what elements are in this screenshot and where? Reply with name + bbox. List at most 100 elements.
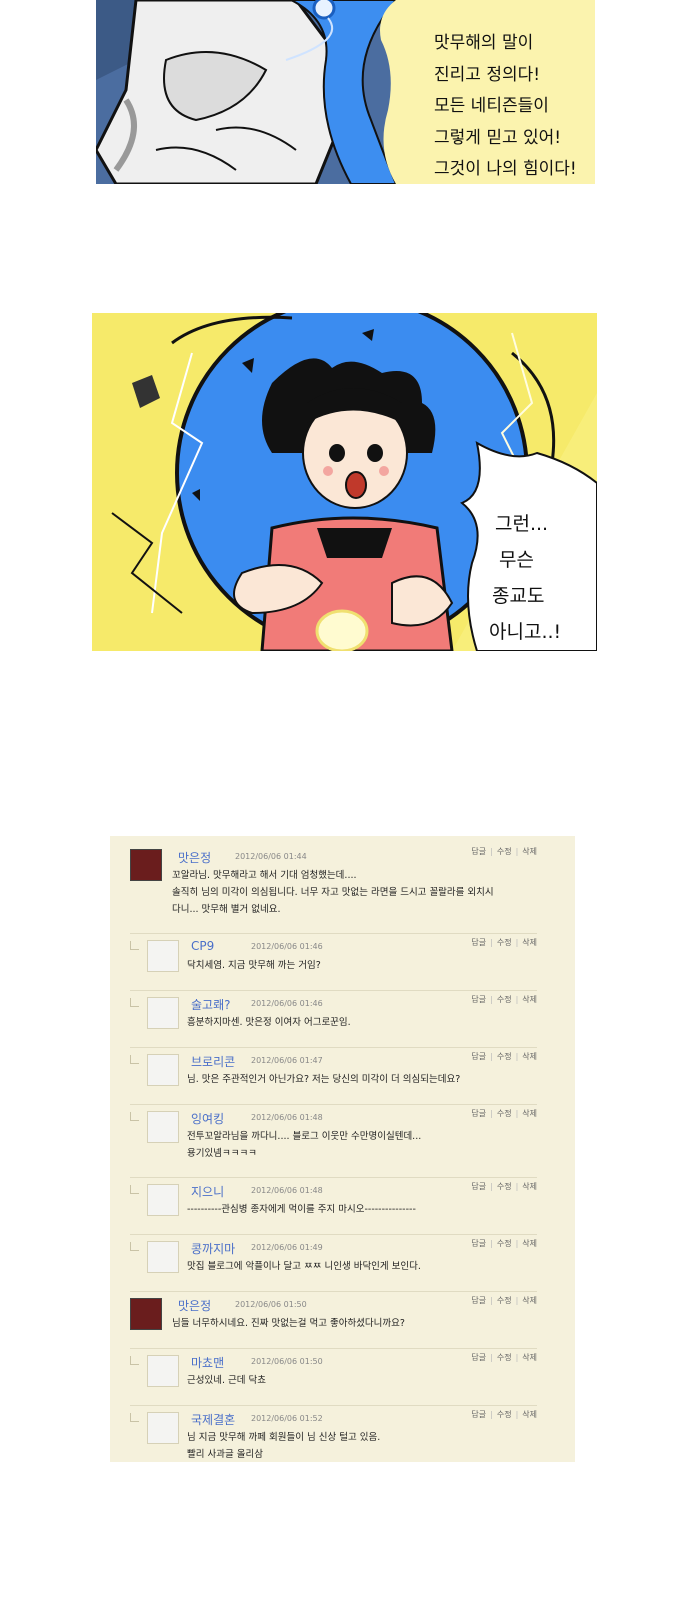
- edit-button[interactable]: 수정: [497, 1052, 512, 1061]
- comment-author[interactable]: 지으니: [191, 1183, 224, 1200]
- action-separator: |: [515, 995, 519, 1004]
- comment-divider: [130, 990, 537, 991]
- reply-indicator-icon: [130, 1356, 139, 1365]
- delete-button[interactable]: 삭제: [522, 938, 537, 947]
- avatar[interactable]: [147, 1184, 179, 1216]
- avatar[interactable]: [147, 1355, 179, 1387]
- avatar[interactable]: [147, 997, 179, 1029]
- edit-button[interactable]: 수정: [497, 1109, 512, 1118]
- reply-indicator-icon: [130, 998, 139, 1007]
- comic-panel-2: 그런... 무슨 종교도 아니고..!: [92, 313, 597, 651]
- edit-button[interactable]: 수정: [497, 1182, 512, 1191]
- edit-button[interactable]: 수정: [497, 1296, 512, 1305]
- avatar[interactable]: [147, 1241, 179, 1273]
- reply-button[interactable]: 답글: [471, 1410, 486, 1419]
- delete-button[interactable]: 삭제: [522, 1182, 537, 1191]
- comment-author[interactable]: 맛은정: [178, 1297, 211, 1314]
- comment-line: 빨리 사과글 올리삼: [187, 1449, 263, 1460]
- edit-button[interactable]: 수정: [497, 847, 512, 856]
- comment-author[interactable]: 술고뢔?: [191, 996, 231, 1013]
- delete-button[interactable]: 삭제: [522, 1239, 537, 1248]
- speech-line: 무슨: [499, 549, 534, 571]
- comment-timestamp: 2012/06/06 01:48: [251, 1186, 323, 1195]
- edit-button[interactable]: 수정: [497, 1353, 512, 1362]
- action-separator: |: [490, 1239, 493, 1248]
- avatar[interactable]: [147, 940, 179, 972]
- action-separator: |: [490, 938, 493, 947]
- comment-author[interactable]: 콩까지마: [191, 1240, 235, 1257]
- comment-author[interactable]: 맛은정: [178, 849, 211, 866]
- reply-button[interactable]: 답글: [471, 1296, 486, 1305]
- comment-actions: 답글 | 수정 | 삭제: [471, 1352, 537, 1363]
- delete-button[interactable]: 삭제: [522, 1353, 537, 1362]
- comment-timestamp: 2012/06/06 01:46: [251, 999, 323, 1008]
- comment-timestamp: 2012/06/06 01:47: [251, 1056, 323, 1065]
- action-separator: |: [490, 1353, 493, 1362]
- delete-button[interactable]: 삭제: [522, 1410, 537, 1419]
- reply-button[interactable]: 답글: [471, 995, 486, 1004]
- action-separator: |: [515, 1182, 519, 1191]
- edit-button[interactable]: 수정: [497, 938, 512, 947]
- comment-body: 꼬알라님. 맛무해라고 해서 기대 엄청했는데.... 솔직히 님의 미각이 의심…: [172, 867, 494, 918]
- comment-line: 용기있넴ㅋㅋㅋㅋ: [187, 1148, 257, 1159]
- comment-body: 님 지금 맛무해 까페 회원들이 님 신상 털고 있음. 빨리 사과글 올리삼: [187, 1429, 380, 1463]
- delete-button[interactable]: 삭제: [522, 1109, 537, 1118]
- comment-line: 맛집 블로그에 악플이나 달고 ㅉㅉ 니인생 바닥인게 보인다.: [187, 1261, 421, 1272]
- edit-button[interactable]: 수정: [497, 1410, 512, 1419]
- avatar[interactable]: [147, 1412, 179, 1444]
- avatar[interactable]: [147, 1111, 179, 1143]
- comment-body: 근성있네. 근데 닥쵸: [187, 1372, 266, 1389]
- comment-line: 님들 너무하시네요. 진짜 맛없는걸 먹고 좋아하셨다니까요?: [172, 1318, 405, 1329]
- action-separator: |: [490, 1410, 493, 1419]
- action-separator: |: [490, 1182, 493, 1191]
- comment-divider: [130, 1104, 537, 1105]
- action-separator: |: [515, 1353, 519, 1362]
- delete-button[interactable]: 삭제: [522, 847, 537, 856]
- reply-button[interactable]: 답글: [471, 1109, 486, 1118]
- reply-indicator-icon: [130, 1242, 139, 1251]
- action-separator: |: [515, 1410, 519, 1419]
- comment-timestamp: 2012/06/06 01:50: [235, 1300, 307, 1309]
- comment-line: 전투꼬알라님을 까다니.... 블로그 이웃만 수만명이실텐데...: [187, 1131, 422, 1142]
- comment-actions: 답글 | 수정 | 삭제: [471, 1181, 537, 1192]
- reply-button[interactable]: 답글: [471, 1353, 486, 1362]
- comment-author[interactable]: 잉여킹: [191, 1110, 224, 1127]
- reply-button[interactable]: 답글: [471, 938, 486, 947]
- comment-timestamp: 2012/06/06 01:44: [235, 852, 307, 861]
- comment-body: 님들 너무하시네요. 진짜 맛없는걸 먹고 좋아하셨다니까요?: [172, 1315, 405, 1332]
- comment-author[interactable]: 브로리콘: [191, 1053, 235, 1070]
- comment-actions: 답글 | 수정 | 삭제: [471, 1051, 537, 1062]
- speech-line: 그런...: [495, 513, 549, 535]
- comment-actions: 답글 | 수정 | 삭제: [471, 1238, 537, 1249]
- comment-actions: 답글 | 수정 | 삭제: [471, 1108, 537, 1119]
- reply-button[interactable]: 답글: [471, 847, 486, 856]
- reply-button[interactable]: 답글: [471, 1182, 486, 1191]
- comment-body: 님. 맛은 주관적인거 아닌가요? 저는 당신의 미각이 더 의심되는데요?: [187, 1071, 460, 1088]
- delete-button[interactable]: 삭제: [522, 1296, 537, 1305]
- comment-author[interactable]: 마쵸맨: [191, 1354, 224, 1371]
- comment-timestamp: 2012/06/06 01:50: [251, 1357, 323, 1366]
- speech-bubble-2: 그런... 무슨 종교도 아니고..!: [489, 506, 561, 650]
- action-separator: |: [490, 1052, 493, 1061]
- delete-button[interactable]: 삭제: [522, 1052, 537, 1061]
- comment-board: 맛은정 2012/06/06 01:44 답글 | 수정 | 삭제 꼬알라님. 맛무해라고 해…: [110, 836, 575, 1462]
- comment-author[interactable]: 국제결혼: [191, 1411, 235, 1428]
- edit-button[interactable]: 수정: [497, 995, 512, 1004]
- avatar[interactable]: [130, 849, 162, 881]
- reply-button[interactable]: 답글: [471, 1052, 486, 1061]
- delete-button[interactable]: 삭제: [522, 995, 537, 1004]
- comment-actions: 답글 | 수정 | 삭제: [471, 937, 537, 948]
- reply-button[interactable]: 답글: [471, 1239, 486, 1248]
- comment-divider: [130, 1234, 537, 1235]
- comment-actions: 답글 | 수정 | 삭제: [471, 1409, 537, 1420]
- avatar[interactable]: [130, 1298, 162, 1330]
- action-separator: |: [490, 847, 493, 856]
- comment-line: 흥분하지마센. 맛은정 이여자 어그로꾼임.: [187, 1017, 351, 1028]
- comment-actions: 답글 | 수정 | 삭제: [471, 994, 537, 1005]
- edit-button[interactable]: 수정: [497, 1239, 512, 1248]
- avatar[interactable]: [147, 1054, 179, 1086]
- reply-indicator-icon: [130, 1185, 139, 1194]
- comment-author[interactable]: CP9: [191, 939, 214, 953]
- action-separator: |: [515, 938, 519, 947]
- comment-divider: [130, 1177, 537, 1178]
